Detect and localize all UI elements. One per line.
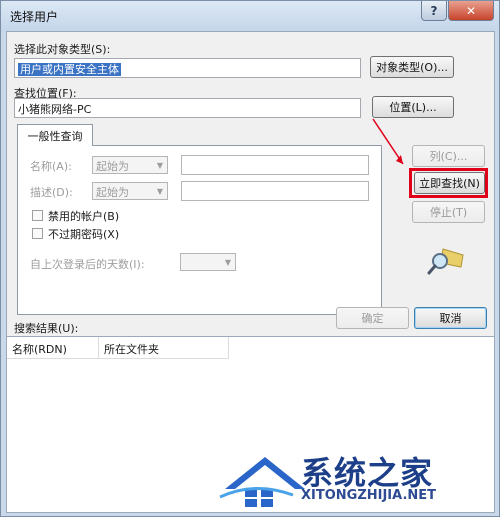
- column-header-name[interactable]: 名称(RDN): [7, 337, 99, 359]
- days-since-login-select[interactable]: ▼: [180, 253, 236, 271]
- ok-button[interactable]: 确定: [336, 307, 409, 329]
- find-now-highlight: [409, 168, 488, 198]
- object-types-button[interactable]: 对象类型(O)...: [370, 56, 454, 78]
- object-type-label: 选择此对象类型(S):: [14, 43, 111, 56]
- locations-button[interactable]: 位置(L)...: [372, 96, 454, 118]
- help-icon: ?: [430, 3, 438, 18]
- chevron-down-icon: ▼: [156, 186, 164, 196]
- location-field: 小猪熊网络-PC: [14, 98, 361, 118]
- description-label: 描述(D):: [30, 186, 73, 199]
- window-title: 选择用户: [10, 10, 59, 24]
- close-icon: ✕: [465, 3, 477, 18]
- location-value: 小猪熊网络-PC: [18, 103, 92, 116]
- query-panel: 名称(A): 起始为 ▼ 描述(D): 起始为 ▼ 禁用的帐户(B) 不过期密码…: [17, 145, 382, 315]
- tab-general-query[interactable]: 一般性查询: [17, 124, 93, 146]
- description-mode-value: 起始为: [96, 186, 129, 199]
- name-mode-value: 起始为: [96, 160, 129, 173]
- days-since-login-label: 自上次登录后的天数(I):: [30, 258, 145, 271]
- non-expiring-password-label: 不过期密码(X): [48, 228, 120, 241]
- search-icon: [427, 248, 464, 275]
- title-bar: 选择用户 ? ✕: [1, 1, 499, 31]
- columns-button[interactable]: 列(C)...: [412, 145, 485, 167]
- chevron-down-icon: ▼: [224, 257, 232, 267]
- non-expiring-password-checkbox[interactable]: [32, 228, 43, 239]
- disabled-accounts-checkbox[interactable]: [32, 210, 43, 221]
- name-mode-select[interactable]: 起始为 ▼: [92, 156, 168, 174]
- search-results-label: 搜索结果(U):: [14, 322, 79, 335]
- stop-button[interactable]: 停止(T): [412, 201, 485, 223]
- name-input[interactable]: [181, 155, 369, 175]
- name-label: 名称(A):: [30, 160, 72, 173]
- select-users-dialog: 选择用户 ? ✕ 选择此对象类型(S): 用户或内置安全主体 对象类型(O)..…: [0, 0, 500, 517]
- chevron-down-icon: ▼: [156, 160, 164, 170]
- description-input[interactable]: [181, 181, 369, 201]
- object-type-field: 用户或内置安全主体: [14, 58, 361, 78]
- description-mode-select[interactable]: 起始为 ▼: [92, 182, 168, 200]
- column-header-folder[interactable]: 所在文件夹: [99, 337, 229, 359]
- help-button[interactable]: ?: [421, 1, 447, 21]
- object-type-value: 用户或内置安全主体: [18, 63, 121, 76]
- close-button[interactable]: ✕: [448, 1, 494, 21]
- cancel-button[interactable]: 取消: [414, 307, 487, 329]
- disabled-accounts-label: 禁用的帐户(B): [48, 210, 120, 223]
- watermark-url: XITONGZHIJIA.NET: [301, 488, 437, 503]
